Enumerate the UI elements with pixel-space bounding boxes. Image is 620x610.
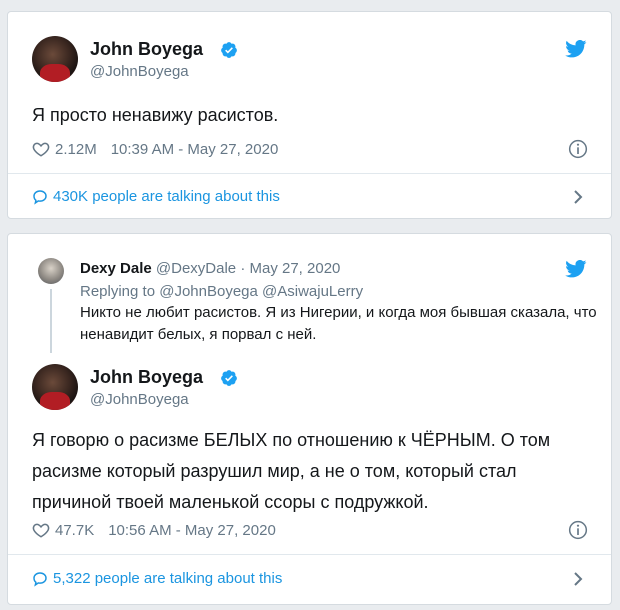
verified-badge-icon bbox=[221, 370, 237, 386]
avatar[interactable] bbox=[32, 364, 78, 410]
speech-bubble-icon bbox=[33, 189, 47, 205]
reply-author-handle[interactable]: @DexyDale bbox=[156, 260, 236, 277]
author-name[interactable]: John Boyega bbox=[90, 367, 203, 388]
author-handle[interactable]: @JohnBoyega bbox=[90, 63, 189, 80]
replying-handles[interactable]: @JohnBoyega @AsiwajuLerry bbox=[159, 283, 363, 300]
reply-date[interactable]: · May 27, 2020 bbox=[240, 260, 340, 277]
divider bbox=[8, 173, 611, 174]
replying-to: Replying to @JohnBoyega @AsiwajuLerry bbox=[80, 283, 363, 300]
heart-icon[interactable] bbox=[32, 521, 50, 539]
talking-link[interactable]: 430K people are talking about this bbox=[32, 188, 280, 205]
reply-tweet-text: Никто не любит расистов. Я из Нигерии, и… bbox=[80, 304, 597, 343]
chevron-right-icon[interactable] bbox=[571, 571, 585, 587]
tweet-meta: 47.7K 10:56 AM - May 27, 2020 bbox=[32, 521, 276, 539]
like-count[interactable]: 47.7K bbox=[55, 522, 94, 539]
speech-bubble-icon bbox=[33, 571, 47, 587]
reply-avatar[interactable] bbox=[38, 258, 64, 284]
info-icon[interactable] bbox=[568, 139, 588, 159]
talking-link[interactable]: 5,322 people are talking about this bbox=[32, 570, 282, 587]
tweet-card[interactable]: John Boyega @JohnBoyega Я просто ненавиж… bbox=[7, 11, 612, 219]
heart-icon[interactable] bbox=[32, 140, 50, 158]
replying-prefix: Replying to bbox=[80, 283, 156, 300]
divider bbox=[8, 554, 611, 555]
verified-badge-icon bbox=[221, 42, 237, 58]
chevron-right-icon[interactable] bbox=[571, 189, 585, 205]
like-count[interactable]: 2.12M bbox=[55, 141, 97, 158]
author-name[interactable]: John Boyega bbox=[90, 39, 203, 60]
tweet-card[interactable]: Dexy Dale @DexyDale · May 27, 2020 Reply… bbox=[7, 233, 612, 605]
reply-header: Dexy Dale @DexyDale · May 27, 2020 bbox=[80, 260, 340, 277]
info-icon[interactable] bbox=[568, 520, 588, 540]
tweet-text: Я говорю о расизме БЕЛЫХ по отношению к … bbox=[32, 430, 551, 512]
talking-label[interactable]: 430K people are talking about this bbox=[53, 188, 280, 205]
twitter-bird-icon[interactable] bbox=[565, 260, 587, 278]
timestamp[interactable]: 10:39 AM - May 27, 2020 bbox=[111, 141, 279, 158]
talking-label[interactable]: 5,322 people are talking about this bbox=[53, 570, 282, 587]
timestamp[interactable]: 10:56 AM - May 27, 2020 bbox=[108, 522, 276, 539]
twitter-bird-icon[interactable] bbox=[565, 40, 587, 58]
author-handle[interactable]: @JohnBoyega bbox=[90, 391, 189, 408]
tweet-meta: 2.12M 10:39 AM - May 27, 2020 bbox=[32, 140, 278, 158]
avatar[interactable] bbox=[32, 36, 78, 82]
reply-author-name[interactable]: Dexy Dale bbox=[80, 260, 152, 277]
thread-line bbox=[50, 289, 52, 353]
tweet-text: Я просто ненавижу расистов. bbox=[32, 105, 279, 125]
